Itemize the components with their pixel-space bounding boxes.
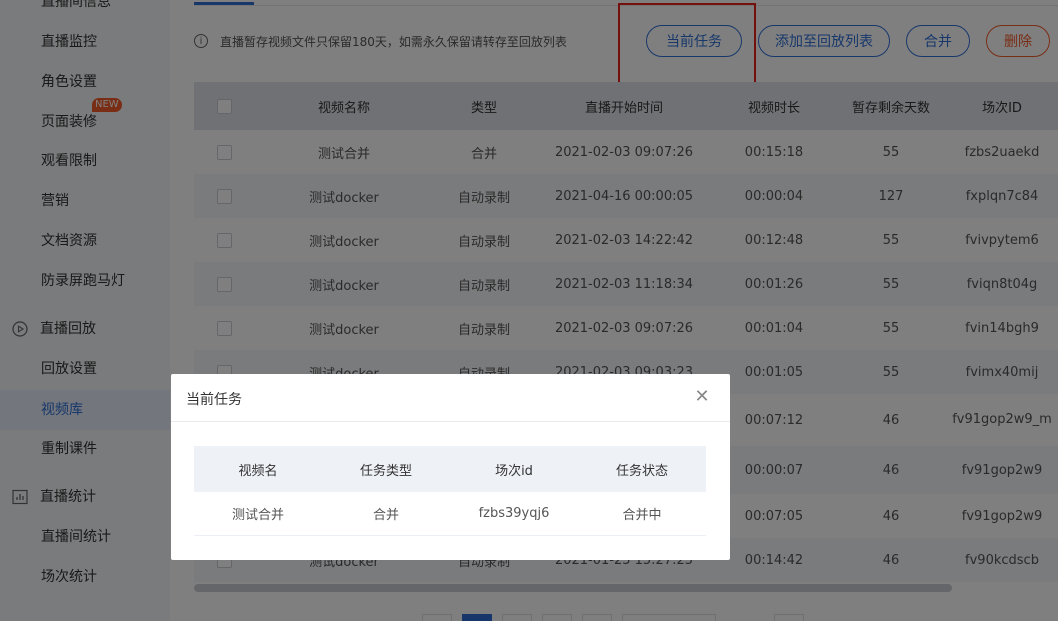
task-row: 测试合并 合并 fzbs39yqj6 合并中 — [194, 492, 706, 536]
current-task-dialog: 当前任务 ✕ 视频名 任务类型 场次id 任务状态 测试合并 合并 fzbs39… — [171, 374, 730, 560]
task-header-video-name: 视频名 — [238, 463, 278, 479]
task-header-status: 任务状态 — [615, 463, 668, 479]
task-header-task-type: 任务类型 — [359, 463, 412, 479]
dialog-title: 当前任务 — [186, 392, 242, 408]
task-video-name: 测试合并 — [231, 508, 284, 523]
task-session-id: fzbs39yqj6 — [478, 506, 550, 521]
dialog-divider — [171, 421, 730, 422]
task-table-header: 视频名 任务类型 场次id 任务状态 — [194, 446, 706, 492]
close-icon[interactable]: ✕ — [693, 388, 711, 406]
task-header-session-id: 场次id — [495, 463, 533, 479]
task-status: 合并中 — [622, 508, 662, 523]
task-type: 合并 — [372, 508, 399, 523]
